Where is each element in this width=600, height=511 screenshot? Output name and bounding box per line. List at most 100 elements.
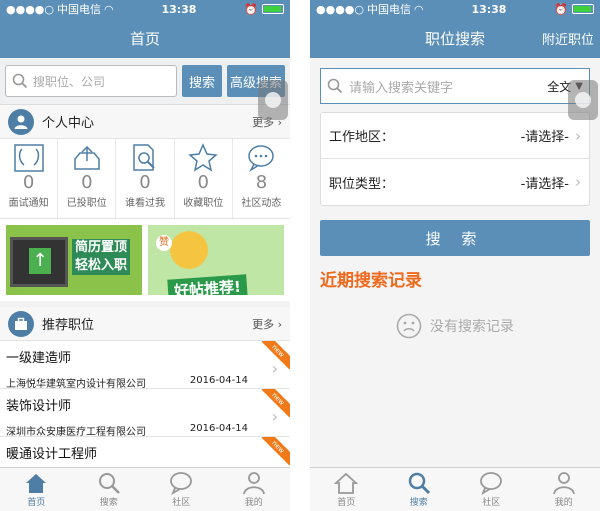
home-screen: ●●●●○ 中国电信 ◠ 13:38 ⏰ 首页 搜职位、公司 搜索 高级搜索 个… [0,0,290,511]
recommend-header[interactable]: 推荐职位 更多 › [0,307,290,341]
keyword-input[interactable]: 请输入搜索关键字 全文▼ [320,68,590,104]
personal-center-header[interactable]: 个人中心 更多 › [0,105,290,139]
carrier-name: 中国电信 [367,3,411,16]
stat-viewers[interactable]: 0 谁看过我 [116,139,175,218]
tab-bar: 首页 搜索 社区 我的 [0,467,290,511]
document-search-icon [133,144,155,171]
stat-label: 收藏职位 [183,198,224,209]
user-icon [8,108,34,135]
tab-mine[interactable]: 我的 [218,468,291,511]
profile-faces-icon [13,144,44,172]
search-icon [408,472,430,495]
banner-line1: 简历置顶 [75,240,128,255]
carrier: ●●●●○ 中国电信 ◠ [316,1,424,17]
stat-interview[interactable]: 0 面试通知 [0,139,59,218]
battery-icon [261,4,284,14]
region-select[interactable]: 工作地区： -请选择- › [321,113,589,159]
stat-label: 社区动态 [241,198,282,209]
company-name: 上海悦华建筑室内设计有限公司 [6,379,146,390]
resume-top-banner[interactable]: ↑ 简历置顶 轻松入职 [6,225,142,295]
wifi-icon: ◠ [104,2,114,16]
search-screen: ●●●●○ 中国电信 ◠ 13:38 ⏰ 职位搜索 附近职位 请输入搜索关键字 … [310,0,600,511]
tab-label: 搜索 [99,498,118,508]
more-label: 更多 [252,317,275,331]
recent-searches-title: 近期搜索记录 [320,271,422,291]
region-value: -请选择- [520,130,569,145]
stat-favorites[interactable]: 0 收藏职位 [175,139,233,218]
list-item[interactable]: 装饰设计师 深圳市众安康医疗工程有限公司 2016-04-14 › new [0,389,290,438]
job-type-select[interactable]: 职位类型： -请选择- › [321,159,589,205]
stat-community[interactable]: 8 社区动态 [233,139,290,218]
tab-home[interactable]: 首页 [310,468,383,511]
stat-applied[interactable]: 0 已投职位 [58,139,117,218]
new-badge: new [262,437,290,465]
clock: 13:38 [161,2,197,16]
assistive-touch-button[interactable] [258,80,288,120]
user-icon [242,472,265,495]
briefcase-icon [8,310,34,337]
stat-count: 0 [139,172,151,193]
status-right: ⏰ [554,3,594,16]
tab-label: 我的 [244,498,263,508]
tab-home[interactable]: 首页 [0,468,73,511]
nav-bar: 职位搜索 附近职位 [310,18,600,58]
battery-icon [571,4,594,14]
tab-community[interactable]: 社区 [455,468,528,511]
tab-community[interactable]: 社区 [145,468,218,511]
search-form: 请输入搜索关键字 全文▼ 工作地区： -请选择- › 职位类型： -请选择- › 搜… [320,68,590,339]
tab-label: 社区 [482,498,501,508]
nearby-jobs-link[interactable]: 附近职位 [542,29,594,48]
banner-text: 简历置顶 轻松入职 [72,239,131,275]
tab-label: 社区 [172,498,191,508]
nav-bar: 首页 [0,18,290,58]
new-badge-text: new [262,437,290,465]
chevron-right-icon: › [575,126,581,145]
carrier-name: 中国电信 [57,3,101,16]
page-title: 首页 [129,29,160,48]
new-badge-text: new [262,341,290,369]
stat-count: 0 [81,172,93,193]
stat-label: 面试通知 [8,198,49,209]
job-title: 装饰设计师 [6,399,72,414]
chat-bubble-icon [248,145,275,173]
filter-group: 工作地区： -请选择- › 职位类型： -请选择- › [320,112,590,206]
user-icon [552,472,575,495]
company-name: 深圳市众安康医疗工程有限公司 [6,427,146,438]
search-icon [98,473,120,494]
home-icon [334,472,359,494]
alarm-icon: ⏰ [244,2,258,16]
chat-bubble-icon [170,472,193,495]
carrier: ●●●●○ 中国电信 ◠ [6,1,114,17]
stat-label: 已投职位 [66,198,107,209]
post-date: 2016-04-14 [189,375,248,386]
good-post-banner[interactable]: 赞 好帖推荐! [148,225,284,295]
star-icon [188,143,219,172]
assistive-touch-button[interactable] [568,80,598,120]
like-badge: 赞 [156,235,172,251]
recommend-more-link[interactable]: 更多 › [252,316,282,332]
clock: 13:38 [471,2,507,16]
job-title: 暖通设计工程师 [6,447,98,462]
recommend-title: 推荐职位 [42,318,95,333]
stat-count: 8 [255,172,268,193]
tab-label: 搜索 [409,498,428,508]
status-bar: ●●●●○ 中国电信 ◠ 13:38 ⏰ [310,0,600,18]
job-type-label: 职位类型： [329,176,395,192]
tray-upload-icon [74,145,100,170]
stat-count: 0 [197,172,209,193]
new-badge: new [262,341,290,369]
list-item[interactable]: 一级建造师 上海悦华建筑室内设计有限公司 2016-04-14 › new [0,341,290,390]
home-icon [26,474,47,493]
tab-label: 首页 [337,498,356,508]
search-button[interactable]: 搜索 [182,65,222,97]
monitor-graphic: ↑ [10,237,68,287]
tab-search[interactable]: 搜索 [73,468,146,511]
stat-count: 0 [22,172,35,193]
thumbs-up-icon [170,231,208,269]
arrow-up-icon: ↑ [29,248,51,274]
search-input[interactable]: 搜职位、公司 [5,65,177,97]
search-button[interactable]: 搜 索 [320,220,590,256]
tab-bar: 首页 搜索 社区 我的 [310,467,600,511]
tab-search[interactable]: 搜索 [383,468,456,511]
tab-mine[interactable]: 我的 [528,468,600,511]
